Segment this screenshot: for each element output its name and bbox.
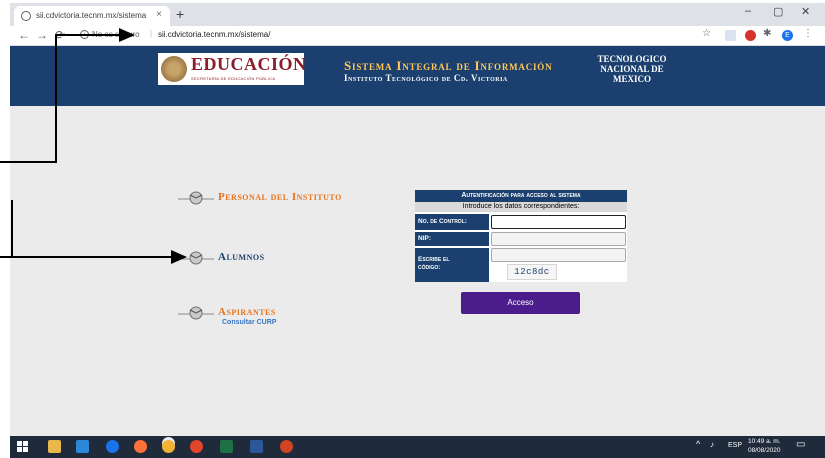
word-icon[interactable] [250, 440, 263, 453]
taskbar: ^ ♪ ESP 10:49 a. m. 08/08/2020 ▭ [10, 436, 825, 458]
site-header: EDUCACIÓN SECRETARÍA DE EDUCACIÓN PÚBLIC… [10, 46, 825, 106]
firefox-icon[interactable] [134, 440, 147, 453]
logo-word: EDUCACIÓN [191, 54, 307, 74]
captcha-image: 12c8dc [507, 264, 557, 280]
new-tab-button[interactable]: + [176, 6, 184, 22]
screenshot: sii.cdvictoria.tecnm.mx/sistema × + – ▢ … [0, 0, 825, 458]
profile-avatar[interactable]: E [782, 30, 793, 41]
annotation-arrowhead-icon [171, 250, 187, 264]
site-title: Sistema Integral de Información [344, 58, 553, 73]
volume-icon[interactable]: ♪ [710, 440, 714, 449]
minimize-button[interactable]: – [745, 5, 751, 17]
windows-start-icon[interactable] [16, 440, 29, 453]
eagle-icon [178, 191, 214, 205]
file-explorer-icon[interactable] [48, 440, 61, 453]
logo-subtitle: SECRETARÍA DE EDUCACIÓN PÚBLICA [191, 76, 276, 81]
sep-logo: EDUCACIÓN SECRETARÍA DE EDUCACIÓN PÚBLIC… [158, 53, 307, 85]
tray-time[interactable]: 10:49 a. m. [748, 438, 781, 445]
code-label-line-1: Escribe el [418, 256, 450, 263]
tray-date[interactable]: 08/08/2020 [748, 447, 781, 454]
annotation-arrowhead-icon [119, 28, 135, 42]
nip-input[interactable] [491, 232, 626, 246]
tray-chevron-icon[interactable]: ^ [696, 439, 700, 449]
tecnm-line-3: MEXICO [613, 74, 651, 84]
code-input[interactable] [491, 248, 626, 262]
browser-menu-icon[interactable]: ⋮ [803, 28, 813, 39]
nip-label: NIP: [415, 232, 489, 246]
omnibox-separator: | [150, 29, 153, 38]
close-window-button[interactable]: ✕ [801, 5, 810, 18]
site-subtitle: Instituto Tecnológico de Cd. Victoria [344, 73, 508, 83]
annotation-line [0, 161, 57, 163]
eagle-icon [178, 306, 214, 320]
annotation-line [55, 34, 121, 36]
extension-adblock-icon[interactable] [745, 30, 756, 41]
forward-icon[interactable]: → [36, 28, 48, 42]
annotation-line [0, 256, 174, 258]
powerpoint-icon[interactable] [280, 440, 293, 453]
code-label: Escribe el código: [415, 248, 489, 282]
code-label-line-2: código: [418, 264, 441, 271]
annotation-line [55, 34, 57, 163]
tecnm-logo-text: TECNOLOGICO NACIONAL DE MEXICO [582, 54, 682, 84]
omnibox[interactable]: i No es seguro | sii.cdvictoria.tecnm.mx… [80, 28, 720, 43]
menu-personal-label: Personal del Instituto [218, 191, 342, 203]
consultar-curp-link[interactable]: Consultar CURP [222, 319, 276, 326]
tecnm-line-1: TECNOLOGICO [597, 54, 667, 64]
tab-title: sii.cdvictoria.tecnm.mx/sistema [36, 11, 147, 20]
control-number-input[interactable] [491, 215, 626, 229]
app-icon[interactable] [190, 440, 203, 453]
close-tab-icon[interactable]: × [156, 9, 162, 20]
control-label: No. de Control: [415, 214, 489, 230]
extension-translate-icon[interactable] [725, 30, 736, 41]
annotation-line [11, 200, 13, 257]
maximize-button[interactable]: ▢ [773, 5, 783, 18]
url-text[interactable]: sii.cdvictoria.tecnm.mx/sistema/ [158, 30, 270, 39]
tecnm-line-2: NACIONAL DE [600, 64, 664, 74]
store-icon[interactable] [76, 440, 89, 453]
mexico-seal-icon [161, 56, 187, 82]
notifications-icon[interactable]: ▭ [796, 439, 805, 450]
chrome-icon[interactable] [162, 440, 175, 453]
back-icon[interactable]: ← [18, 28, 30, 42]
menu-aspirantes-label: Aspirantes [218, 306, 276, 318]
excel-icon[interactable] [220, 440, 233, 453]
tab-strip: sii.cdvictoria.tecnm.mx/sistema × + – ▢ … [10, 3, 825, 26]
menu-alumnos-label: Alumnos [218, 251, 265, 263]
login-panel: Autentificación para acceso al sistema I… [415, 190, 627, 282]
login-intro: Introduce los datos correspondientes: [415, 202, 627, 212]
site-favicon-icon [21, 11, 31, 21]
browser-tab[interactable]: sii.cdvictoria.tecnm.mx/sistema × [14, 6, 170, 26]
acceso-button[interactable]: Acceso [461, 292, 580, 314]
login-heading: Autentificación para acceso al sistema [415, 190, 627, 202]
tray-language[interactable]: ESP [728, 442, 742, 449]
star-bookmark-icon[interactable]: ☆ [702, 28, 711, 39]
edge-icon[interactable] [106, 440, 119, 453]
extensions-puzzle-icon[interactable]: ✱ [763, 28, 771, 39]
